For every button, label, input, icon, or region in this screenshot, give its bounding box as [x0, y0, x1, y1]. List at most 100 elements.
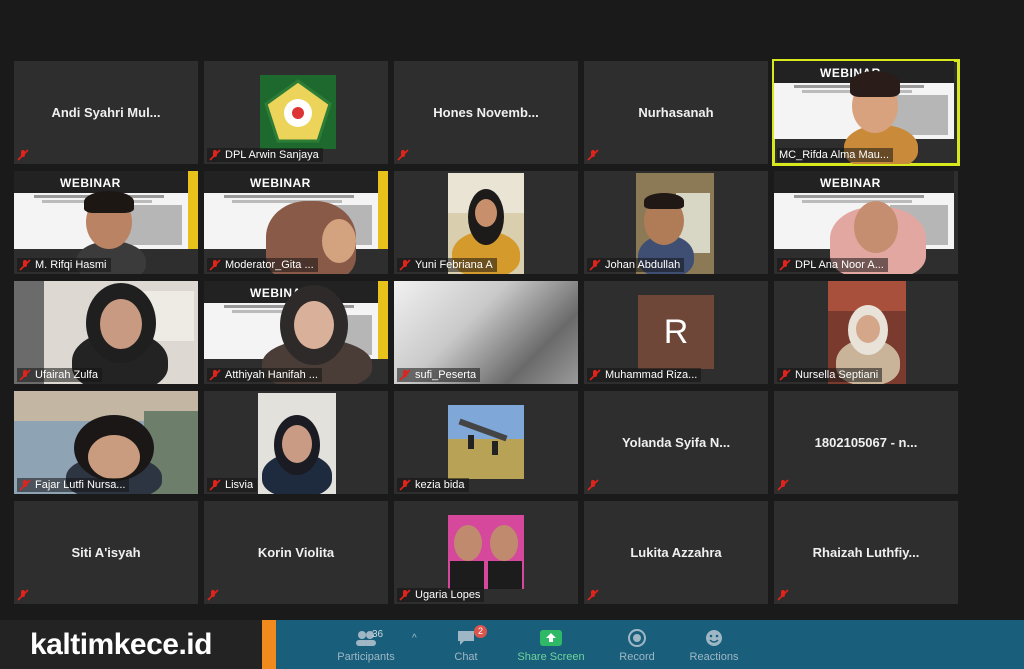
webinar-slide-title: WEBINAR: [250, 176, 311, 190]
participant-name: Nurhasanah: [638, 104, 714, 120]
participant-name: MC_Rifda Alma Mau...: [779, 149, 890, 161]
participant-name: Ufairah Zulfa: [35, 369, 98, 381]
participant-name: DPL Arwin Sanjaya: [225, 149, 319, 161]
participant-tile[interactable]: Andi Syahri Mul...: [14, 61, 198, 164]
participant-tile[interactable]: Fajar Lutfi Nursa...: [14, 391, 198, 494]
participant-name: Hones Novemb...: [433, 104, 539, 120]
participant-label: DPL Ana Noor A...: [777, 258, 888, 272]
mic-muted-icon: [777, 589, 789, 601]
participant-tile[interactable]: Nursella Septiani: [774, 281, 958, 384]
participant-tile[interactable]: Yuni Febriana A: [394, 171, 578, 274]
participant-name: Moderator_Gita ...: [225, 259, 314, 271]
mic-muted-icon: [399, 259, 411, 271]
participant-label: kezia bida: [397, 478, 469, 492]
participant-name: Korin Violita: [257, 544, 335, 560]
participant-tile[interactable]: Ufairah Zulfa: [14, 281, 198, 384]
participant-tile[interactable]: Lukita Azzahra: [584, 501, 768, 604]
mic-muted-icon: [17, 589, 29, 601]
participant-name: Rhaizah Luthfiy...: [812, 544, 920, 560]
participants-count: 36: [372, 628, 384, 640]
participant-tile[interactable]: WEBINAR Atthiyah Hanifah ...: [204, 281, 388, 384]
participant-label: Lisvia: [207, 478, 258, 492]
university-logo: [260, 75, 336, 149]
mic-muted-icon: [209, 479, 221, 491]
participant-label: MC_Rifda Alma Mau...: [777, 148, 894, 162]
participant-tile[interactable]: kezia bida: [394, 391, 578, 494]
participant-tile[interactable]: WEBINAR M. Rifqi Hasmi: [14, 171, 198, 274]
participant-tile-active-speaker[interactable]: WEBINAR MC_Rifda Alma Mau...: [772, 59, 960, 166]
chat-button[interactable]: 2 Chat: [444, 620, 488, 669]
mic-muted-icon: [17, 149, 29, 161]
mic-muted-icon: [19, 479, 31, 491]
share-screen-button[interactable]: Share Screen: [514, 620, 588, 669]
participant-name: DPL Ana Noor A...: [795, 259, 884, 271]
mic-muted-icon: [399, 369, 411, 381]
participant-tile[interactable]: WEBINAR DPL Ana Noor A...: [774, 171, 958, 274]
mic-muted-icon: [779, 259, 791, 271]
participant-name: Fajar Lutfi Nursa...: [35, 479, 126, 491]
mic-muted-icon: [779, 369, 791, 381]
participant-label: Ugaria Lopes: [397, 588, 485, 602]
mic-muted-icon: [19, 369, 31, 381]
participants-label: Participants: [337, 650, 395, 663]
participant-tile[interactable]: sufi_Peserta: [394, 281, 578, 384]
participant-tile[interactable]: Siti A'isyah: [14, 501, 198, 604]
participant-tile[interactable]: Nurhasanah: [584, 61, 768, 164]
participant-name: Siti A'isyah: [71, 544, 141, 560]
participant-name: Lisvia: [225, 479, 254, 491]
participant-tile[interactable]: Lisvia: [204, 391, 388, 494]
participant-name: Muhammad Riza...: [605, 369, 698, 381]
mic-muted-icon: [19, 259, 31, 271]
participant-label: Muhammad Riza...: [587, 368, 702, 382]
record-button[interactable]: Record: [612, 620, 662, 669]
mic-muted-icon: [209, 259, 221, 271]
reactions-icon: [706, 629, 722, 646]
participant-label: Fajar Lutfi Nursa...: [17, 478, 130, 492]
brand-accent-bar: [262, 620, 276, 669]
participant-label: Atthiyah Hanifah ...: [207, 368, 322, 382]
mic-muted-icon: [397, 149, 409, 161]
participant-label: Nursella Septiani: [777, 368, 883, 382]
participant-name: Nursella Septiani: [795, 369, 879, 381]
webinar-slide-title: WEBINAR: [60, 176, 121, 190]
participant-name: Johan Abdullah: [605, 259, 681, 271]
participant-tile[interactable]: Johan Abdullah: [584, 171, 768, 274]
participant-name: Ugaria Lopes: [415, 589, 481, 601]
mic-muted-icon: [399, 589, 411, 601]
mic-muted-icon: [589, 259, 601, 271]
participant-name: 1802105067 - n...: [814, 434, 918, 450]
participant-label: Yuni Febriana A: [397, 258, 497, 272]
profile-photo: [448, 405, 524, 479]
brand-watermark: kaltimkece.id: [0, 620, 262, 669]
participant-tile[interactable]: Rhaizah Luthfiy...: [774, 501, 958, 604]
share-screen-label: Share Screen: [517, 650, 585, 663]
participant-tile[interactable]: WEBINAR Moderator_Gita ...: [204, 171, 388, 274]
participant-grid: Andi Syahri Mul... DPL Arwin Sanjaya Hon…: [14, 59, 960, 605]
participant-label: Ufairah Zulfa: [17, 368, 102, 382]
chat-label: Chat: [454, 650, 478, 663]
chevron-up-icon[interactable]: ^: [412, 633, 417, 644]
mic-muted-icon: [209, 149, 221, 161]
participant-tile[interactable]: 1802105067 - n...: [774, 391, 958, 494]
participant-name: Atthiyah Hanifah ...: [225, 369, 318, 381]
record-icon: [628, 628, 646, 647]
participant-tile[interactable]: Hones Novemb...: [394, 61, 578, 164]
participant-tile[interactable]: Ugaria Lopes: [394, 501, 578, 604]
participant-tile[interactable]: Korin Violita: [204, 501, 388, 604]
avatar-initial: R: [663, 312, 689, 351]
participants-button[interactable]: 36 Participants: [330, 620, 402, 669]
mic-muted-icon: [587, 479, 599, 491]
mic-muted-icon: [587, 589, 599, 601]
participant-name: Yolanda Syifa N...: [621, 434, 731, 450]
meeting-toolbar: kaltimkece.id 36 Participants ^ 2 Chat S…: [0, 620, 1024, 669]
participant-label: sufi_Peserta: [397, 368, 481, 382]
participant-tile[interactable]: DPL Arwin Sanjaya: [204, 61, 388, 164]
participant-name: kezia bida: [415, 479, 465, 491]
share-screen-icon: [540, 629, 562, 646]
participant-label: M. Rifqi Hasmi: [17, 258, 111, 272]
participant-label: Moderator_Gita ...: [207, 258, 318, 272]
reactions-button[interactable]: Reactions: [684, 620, 744, 669]
participant-tile[interactable]: R Muhammad Riza...: [584, 281, 768, 384]
avatar: R: [638, 295, 714, 369]
participant-tile[interactable]: Yolanda Syifa N...: [584, 391, 768, 494]
